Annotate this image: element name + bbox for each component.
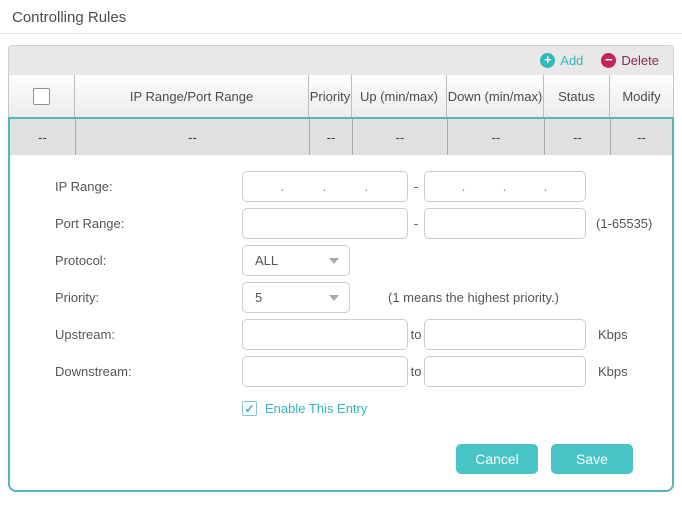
downstream-max-input[interactable]: [424, 356, 586, 387]
table-toolbar: Add Delete: [8, 45, 674, 75]
ip-octet-segment: [243, 172, 281, 201]
row-cell-status: --: [545, 119, 611, 155]
rules-table-panel: Add Delete IP Range/Port Range Priority …: [8, 45, 674, 492]
ip-octet-segment: [548, 172, 585, 201]
row-cell-priority: --: [310, 119, 353, 155]
port-range-hint: (1-65535): [596, 216, 652, 231]
select-all-checkbox[interactable]: [33, 88, 50, 105]
protocol-dropdown[interactable]: ALL: [242, 245, 350, 276]
port-range-end-input[interactable]: [424, 208, 586, 239]
header-cell-select: [9, 75, 75, 117]
header-cell-up: Up (min/max): [352, 75, 447, 117]
header-cell-priority: Priority: [309, 75, 352, 117]
delete-button[interactable]: Delete: [601, 53, 659, 68]
ip-octet-segment: [425, 172, 462, 201]
priority-selected-value: 5: [255, 290, 262, 305]
ip-range-separator: -: [408, 179, 424, 194]
downstream-unit: Kbps: [598, 364, 628, 379]
port-range-start-input[interactable]: [242, 208, 408, 239]
downstream-min-input[interactable]: [242, 356, 408, 387]
upstream-min-input[interactable]: [242, 319, 408, 350]
enable-entry-checkbox[interactable]: [242, 401, 257, 416]
enable-entry-row: Enable This Entry: [10, 392, 672, 424]
row-cell-modify: --: [611, 119, 672, 155]
upstream-row: Upstream: to Kbps: [10, 316, 672, 353]
delete-minus-icon: [601, 53, 616, 68]
downstream-to-separator: to: [408, 364, 424, 379]
table-header-row: IP Range/Port Range Priority Up (min/max…: [8, 75, 674, 117]
delete-button-label: Delete: [621, 53, 659, 68]
ip-range-start-input[interactable]: [242, 171, 408, 202]
ip-range-end-input[interactable]: [424, 171, 586, 202]
ip-octet-segment: [369, 172, 407, 201]
port-range-separator: -: [408, 216, 424, 231]
chevron-down-icon: [329, 295, 339, 301]
header-cell-modify: Modify: [610, 75, 673, 117]
table-row[interactable]: -- -- -- -- -- -- --: [10, 119, 672, 156]
header-cell-status: Status: [544, 75, 610, 117]
ip-octet-segment: [507, 172, 544, 201]
upstream-unit: Kbps: [598, 327, 628, 342]
add-button-label: Add: [560, 53, 583, 68]
row-cell-up: --: [353, 119, 448, 155]
title-divider: [0, 33, 682, 34]
protocol-row: Protocol: ALL: [10, 242, 672, 279]
priority-row: Priority: 5 (1 means the highest priorit…: [10, 279, 672, 316]
ip-range-label: IP Range:: [55, 179, 242, 194]
upstream-max-input[interactable]: [424, 319, 586, 350]
priority-dropdown[interactable]: 5: [242, 282, 350, 313]
ip-octet-segment: [466, 172, 503, 201]
protocol-selected-value: ALL: [255, 253, 278, 268]
priority-label: Priority:: [55, 290, 242, 305]
port-range-label: Port Range:: [55, 216, 242, 231]
rule-form: IP Range: - Port Range: - (1-65535): [10, 156, 672, 490]
form-buttons-row: Cancel Save: [10, 424, 672, 490]
ip-range-row: IP Range: -: [10, 168, 672, 205]
port-range-row: Port Range: - (1-65535): [10, 205, 672, 242]
upstream-to-separator: to: [408, 327, 424, 342]
save-button[interactable]: Save: [551, 444, 633, 474]
header-cell-ip-port-range: IP Range/Port Range: [75, 75, 309, 117]
downstream-row: Downstream: to Kbps: [10, 353, 672, 390]
ip-octet-segment: [327, 172, 365, 201]
ip-octet-segment: [285, 172, 323, 201]
enable-entry-label[interactable]: Enable This Entry: [265, 401, 367, 416]
add-plus-icon: [540, 53, 555, 68]
cancel-button[interactable]: Cancel: [456, 444, 538, 474]
rule-editor-panel: -- -- -- -- -- -- -- IP Range: -: [8, 117, 674, 492]
add-button[interactable]: Add: [540, 53, 583, 68]
chevron-down-icon: [329, 258, 339, 264]
page-title: Controlling Rules: [12, 9, 126, 26]
row-cell-ip-port-range: --: [76, 119, 310, 155]
priority-hint: (1 means the highest priority.): [388, 290, 559, 305]
upstream-label: Upstream:: [55, 327, 242, 342]
row-cell-down: --: [448, 119, 545, 155]
protocol-label: Protocol:: [55, 253, 242, 268]
downstream-label: Downstream:: [55, 364, 242, 379]
row-cell-select: --: [10, 119, 76, 155]
header-cell-down: Down (min/max): [447, 75, 544, 117]
controlling-rules-page: Controlling Rules Add Delete IP Range/Po…: [0, 0, 682, 511]
